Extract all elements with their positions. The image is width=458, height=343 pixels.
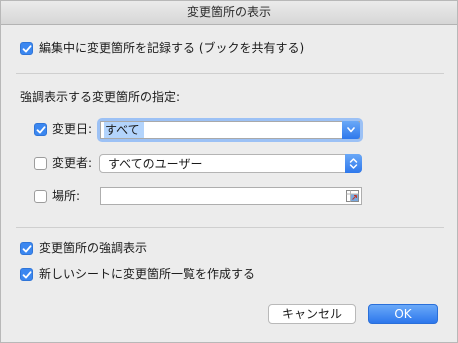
window-title: 変更箇所の表示 — [1, 1, 457, 25]
checkmark-icon — [22, 45, 32, 53]
highlight-changes-dialog: 変更箇所の表示 編集中に変更箇所を記録する (ブックを共有する) 強調表示する変… — [0, 0, 458, 343]
highlight-on-screen-checkbox[interactable] — [20, 242, 33, 255]
when-checkbox[interactable] — [34, 123, 47, 136]
track-changes-label: 編集中に変更箇所を記録する (ブックを共有する) — [39, 41, 305, 55]
who-checkbox[interactable] — [34, 157, 47, 170]
when-label: 変更日: — [52, 122, 93, 136]
checkmark-icon — [36, 126, 46, 134]
where-label: 場所: — [52, 189, 81, 203]
separator — [16, 73, 444, 74]
range-select-icon[interactable] — [346, 190, 359, 202]
when-combo-value[interactable]: すべて — [104, 122, 144, 138]
when-dropdown-button[interactable] — [342, 121, 360, 139]
checkmark-icon — [22, 271, 32, 279]
track-changes-checkbox[interactable] — [20, 42, 33, 55]
ok-button[interactable]: OK — [368, 304, 438, 324]
where-field[interactable] — [100, 187, 362, 205]
who-popup-value: すべてのユーザー — [108, 157, 203, 171]
list-on-new-sheet-label: 新しいシートに変更箇所一覧を作成する — [39, 267, 256, 281]
who-popup[interactable]: すべてのユーザー — [99, 154, 362, 173]
when-combo[interactable]: すべて — [100, 121, 360, 139]
who-label: 変更者: — [52, 156, 93, 170]
list-on-new-sheet-checkbox[interactable] — [20, 268, 33, 281]
who-popup-arrows[interactable] — [345, 154, 362, 173]
where-checkbox[interactable] — [34, 190, 47, 203]
highlight-on-screen-label: 変更箇所の強調表示 — [39, 241, 148, 255]
checkmark-icon — [22, 245, 32, 253]
section-heading: 強調表示する変更箇所の指定: — [20, 90, 181, 104]
separator — [16, 227, 444, 228]
up-down-chevron-icon — [349, 158, 358, 169]
cancel-button[interactable]: キャンセル — [268, 304, 356, 324]
chevron-down-icon — [347, 127, 355, 133]
